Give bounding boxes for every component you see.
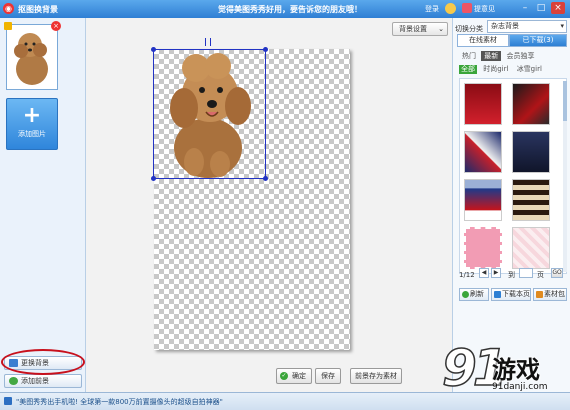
close-button[interactable]: × (551, 2, 565, 14)
add-image-label: 添加图片 (18, 130, 46, 138)
download-page-label: 下载本页 (502, 290, 530, 298)
chevron-down-icon: ⌄ (438, 25, 444, 33)
speaker-icon (4, 397, 12, 405)
tab-downloaded[interactable]: 已下载(3) (509, 34, 567, 47)
resize-handle-top-left[interactable] (151, 47, 156, 52)
next-page-button[interactable]: ▶ (491, 268, 501, 278)
filter-all[interactable]: 全部 (459, 65, 477, 74)
minimize-button[interactable]: – (518, 2, 532, 14)
material-scrollbar[interactable] (563, 81, 567, 272)
app-logo-icon: ◉ (3, 3, 14, 14)
material-thumbnail[interactable] (512, 83, 550, 125)
sub-tab-newest[interactable]: 最新 (481, 51, 502, 61)
package-icon (536, 291, 543, 298)
material-panel: 切换分类 杂志背景 ▾ 在线素材 已下载(3) 热门 最新 会员独享 全部 时尚… (452, 18, 570, 392)
scrollbar-thumb[interactable] (563, 81, 567, 121)
image-list-panel: × + 添加图片 更换背景 添加前景 (0, 18, 86, 392)
background-settings-dropdown[interactable]: 背景设置 ⌄ (392, 22, 448, 36)
add-foreground-button[interactable]: 添加前景 (4, 374, 82, 388)
confirm-button[interactable]: ✓ 确定 (276, 368, 312, 384)
filter-fashion-girl[interactable]: 时尚girl (481, 65, 510, 74)
material-thumbnail[interactable] (464, 227, 502, 269)
watermark-logo-text: 游戏 (492, 356, 540, 384)
material-thumbnail[interactable] (512, 179, 550, 221)
save-button[interactable]: 保存 (315, 368, 341, 384)
site-watermark: 91 游戏 91danji.com (441, 339, 570, 410)
dog-thumbnail-image (14, 33, 48, 85)
resize-handle-top-right[interactable] (263, 47, 268, 52)
pin-icon[interactable] (4, 22, 12, 30)
news-ticker-link[interactable]: "美图秀秀出手机啦! 全球第一款800万前置摄像头的超级自拍神器" (16, 394, 223, 410)
resize-handle-bottom-left[interactable] (151, 176, 156, 181)
background-settings-label: 背景设置 (399, 25, 427, 33)
prev-page-button[interactable]: ◀ (479, 268, 489, 278)
add-icon (9, 377, 18, 385)
window-title: 抠图换背景 (18, 5, 58, 14)
refresh-button[interactable]: 刷新 (459, 288, 489, 301)
highlight-ellipse (1, 349, 85, 375)
plus-icon: + (22, 103, 42, 128)
sub-tab-members[interactable]: 会员独享 (503, 51, 537, 61)
rotate-handle[interactable] (205, 38, 211, 46)
download-page-button[interactable]: 下载本页 (491, 288, 531, 301)
selection-box[interactable] (151, 47, 268, 181)
goto-label: 到 (508, 271, 515, 279)
save-as-material-button[interactable]: 前景存为素材 (350, 368, 402, 384)
tab-online-materials[interactable]: 在线素材 (457, 34, 509, 47)
page-number-input[interactable] (519, 268, 533, 278)
page-unit-label: 页 (537, 271, 544, 279)
filter-ice-girl[interactable]: 冰雪girl (515, 65, 544, 74)
add-foreground-label: 添加前景 (21, 377, 49, 385)
material-thumbnail[interactable] (512, 131, 550, 173)
canvas-workspace: 背景设置 ⌄ ✓ 确定 保存 前景存为素材 (86, 18, 452, 392)
filter-bar: 全部 时尚girl 冰雪girl (459, 65, 546, 74)
add-image-button[interactable]: + 添加图片 (6, 98, 58, 150)
category-select[interactable]: 杂志背景 ▾ (487, 20, 567, 33)
category-value: 杂志背景 (491, 22, 519, 30)
watermark-url: 91danji.com (492, 382, 548, 392)
title-bar: ◉ 抠图换背景 觉得美图秀秀好用，要告诉您的朋友哦！ 登录 提意见 – □ × (0, 0, 570, 18)
refresh-label: 刷新 (470, 290, 484, 298)
material-thumbnail[interactable] (464, 179, 502, 221)
page-indicator: 1/12 (459, 271, 475, 279)
resize-handle-bottom-right[interactable] (263, 176, 268, 181)
login-link[interactable]: 登录 (425, 4, 439, 14)
material-thumbnail[interactable] (464, 131, 502, 173)
material-thumbnail[interactable] (512, 227, 550, 269)
category-label: 切换分类 (455, 25, 483, 33)
sub-tab-bar: 热门 最新 会员独享 (459, 51, 537, 61)
refresh-icon (462, 291, 469, 298)
user-avatar-icon[interactable] (445, 3, 456, 14)
delete-icon[interactable]: × (51, 21, 61, 31)
confirm-label: 确定 (292, 372, 306, 380)
material-pack-button[interactable]: 素材包 (533, 288, 567, 301)
feedback-icon[interactable] (462, 3, 472, 13)
material-grid (459, 78, 567, 274)
chevron-down-icon: ▾ (560, 22, 564, 30)
maximize-button[interactable]: □ (534, 2, 548, 14)
material-pack-label: 素材包 (544, 290, 565, 298)
image-thumbnail[interactable]: × (4, 21, 61, 90)
sub-tab-hot[interactable]: 热门 (459, 51, 479, 61)
go-button[interactable]: GO (551, 268, 563, 278)
feedback-link[interactable]: 提意见 (474, 4, 495, 14)
download-icon (494, 291, 501, 298)
check-icon: ✓ (280, 372, 288, 380)
promo-slogan[interactable]: 觉得美图秀秀好用，要告诉您的朋友哦！ (218, 4, 362, 15)
material-thumbnail[interactable] (464, 83, 502, 125)
